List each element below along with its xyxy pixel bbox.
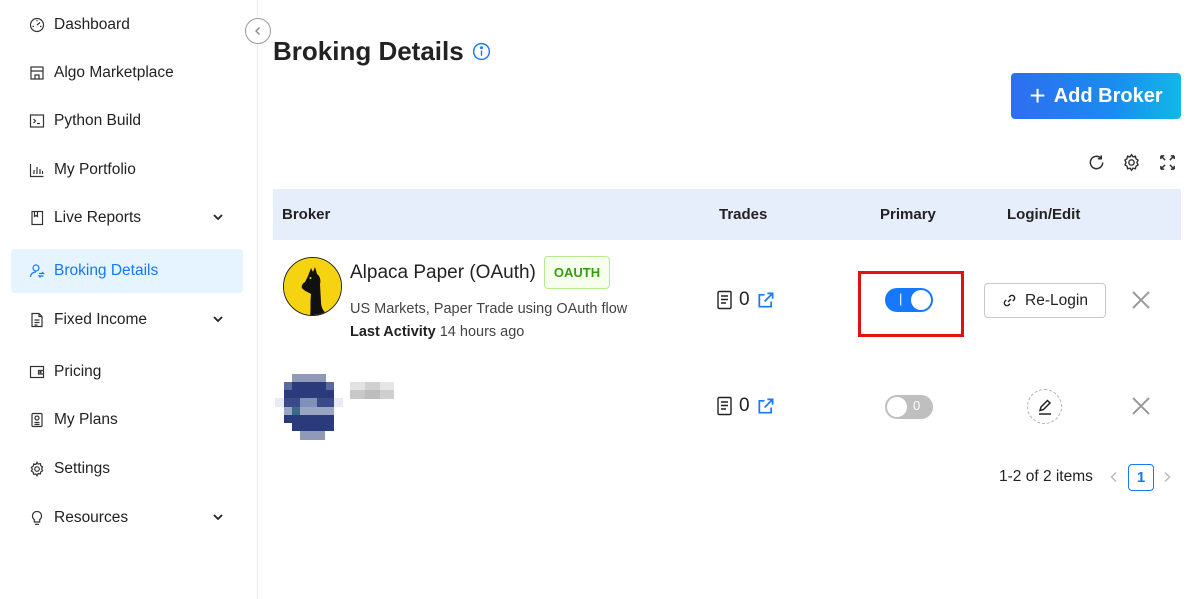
- edit-broker-button[interactable]: [1027, 389, 1062, 424]
- pagination-page-button[interactable]: 1: [1128, 464, 1154, 491]
- file-text-icon: [29, 312, 45, 328]
- edit-pencil-icon: [1038, 398, 1051, 415]
- sidebar-item-live-reports[interactable]: Live Reports: [11, 196, 243, 240]
- sidebar-item-fixed-income[interactable]: Fixed Income: [11, 298, 243, 342]
- bar-chart-icon: [29, 162, 45, 178]
- book-icon: [29, 210, 45, 226]
- relogin-button[interactable]: Re-Login: [984, 283, 1106, 318]
- sidebar-item-label: Pricing: [54, 363, 102, 380]
- toggle-label: 0: [913, 398, 921, 413]
- trades-count: 0: [739, 289, 750, 310]
- sidebar-item-pricing[interactable]: Pricing: [11, 350, 243, 394]
- user-switch-icon: [29, 263, 45, 279]
- sidebar-item-resources[interactable]: Resources: [11, 496, 243, 540]
- link-icon: [1003, 294, 1016, 307]
- column-header-login-edit: Login/Edit: [1007, 206, 1081, 223]
- delete-broker-icon[interactable]: [1130, 289, 1152, 311]
- page-title: Broking Details: [273, 36, 491, 67]
- add-broker-label: Add Broker: [1053, 84, 1163, 107]
- sidebar-item-label: Live Reports: [54, 209, 142, 226]
- sidebar-item-dashboard[interactable]: Dashboard: [11, 3, 243, 47]
- highlight-box: [858, 271, 964, 337]
- sidebar-item-label: My Plans: [54, 411, 118, 428]
- sidebar-item-label: Resources: [54, 509, 129, 526]
- column-header-trades: Trades: [719, 206, 768, 223]
- trades-cell: 0: [716, 289, 775, 311]
- collapse-sidebar-button[interactable]: [245, 18, 271, 44]
- chevron-down-icon: [213, 214, 223, 221]
- broker-name: Alpaca Paper (OAuth): [350, 262, 536, 283]
- terminal-icon: [29, 113, 45, 129]
- column-settings-gear-icon[interactable]: [1122, 153, 1141, 172]
- sidebar-item-label: Broking Details: [54, 262, 159, 279]
- oauth-badge: OAUTH: [544, 256, 610, 289]
- reload-icon[interactable]: [1087, 153, 1106, 172]
- external-link-icon[interactable]: [756, 291, 775, 310]
- pagination-prev-icon[interactable]: [1108, 470, 1120, 484]
- chevron-left-icon: [255, 27, 260, 35]
- primary-toggle[interactable]: 0: [885, 395, 933, 419]
- sidebar-item-algo-marketplace[interactable]: Algo Marketplace: [11, 51, 243, 95]
- broker-name-redacted: [350, 382, 394, 399]
- delete-broker-icon[interactable]: [1130, 395, 1152, 417]
- trades-count: 0: [739, 395, 750, 416]
- sidebar-item-label: Algo Marketplace: [54, 64, 174, 81]
- broker-logo-alpaca: [283, 257, 342, 316]
- toggle-knob: [887, 397, 907, 417]
- pagination-summary: 1-2 of 2 items: [999, 468, 1093, 485]
- last-activity-value: 14 hours ago: [439, 324, 525, 340]
- sidebar-item-label: Settings: [54, 460, 111, 477]
- last-activity-label: Last Activity: [350, 324, 436, 340]
- broker-description: US Markets, Paper Trade using OAuth flow: [350, 301, 628, 317]
- dashboard-gauge-icon: [29, 17, 45, 33]
- pagination-next-icon[interactable]: [1161, 470, 1173, 484]
- column-header-primary: Primary: [880, 206, 936, 223]
- page-title-text: Broking Details: [273, 36, 464, 66]
- external-link-icon[interactable]: [756, 397, 775, 416]
- table-header: Broker Trades Primary Login/Edit: [273, 189, 1181, 240]
- column-header-broker: Broker: [282, 206, 331, 223]
- sidebar-item-my-portfolio[interactable]: My Portfolio: [11, 148, 243, 192]
- info-icon[interactable]: [472, 42, 491, 61]
- fullscreen-icon[interactable]: [1158, 153, 1177, 172]
- sidebar-item-my-plans[interactable]: My Plans: [11, 398, 243, 442]
- sidebar-item-label: Fixed Income: [54, 311, 148, 328]
- sidebar-item-settings[interactable]: Settings: [11, 447, 243, 491]
- gear-icon: [29, 461, 45, 477]
- last-activity: Last Activity 14 hours ago: [350, 324, 524, 340]
- calculator-icon: [29, 412, 45, 428]
- trades-cell: 0: [716, 395, 775, 417]
- sidebar-item-broking-details[interactable]: Broking Details: [11, 249, 243, 293]
- sidebar-item-label: Python Build: [54, 112, 142, 129]
- alpaca-logo-icon: [284, 258, 341, 315]
- bulb-icon: [29, 510, 45, 526]
- relogin-label: Re-Login: [1025, 291, 1088, 309]
- sidebar-item-label: My Portfolio: [54, 161, 136, 178]
- broker-logo-pixelated: [275, 374, 343, 440]
- sidebar-item-label: Dashboard: [54, 16, 130, 33]
- wallet-icon: [29, 364, 45, 380]
- sidebar-item-python-build[interactable]: Python Build: [11, 99, 243, 143]
- document-icon: [717, 290, 732, 310]
- chevron-down-icon: [213, 316, 223, 323]
- plus-icon: +: [1029, 80, 1046, 111]
- sidebar: Dashboard Algo Marketplace Python Build …: [0, 0, 258, 599]
- document-icon: [717, 396, 732, 416]
- add-broker-button[interactable]: + Add Broker: [1011, 73, 1181, 119]
- chevron-down-icon: [213, 514, 223, 521]
- shop-icon: [29, 65, 45, 81]
